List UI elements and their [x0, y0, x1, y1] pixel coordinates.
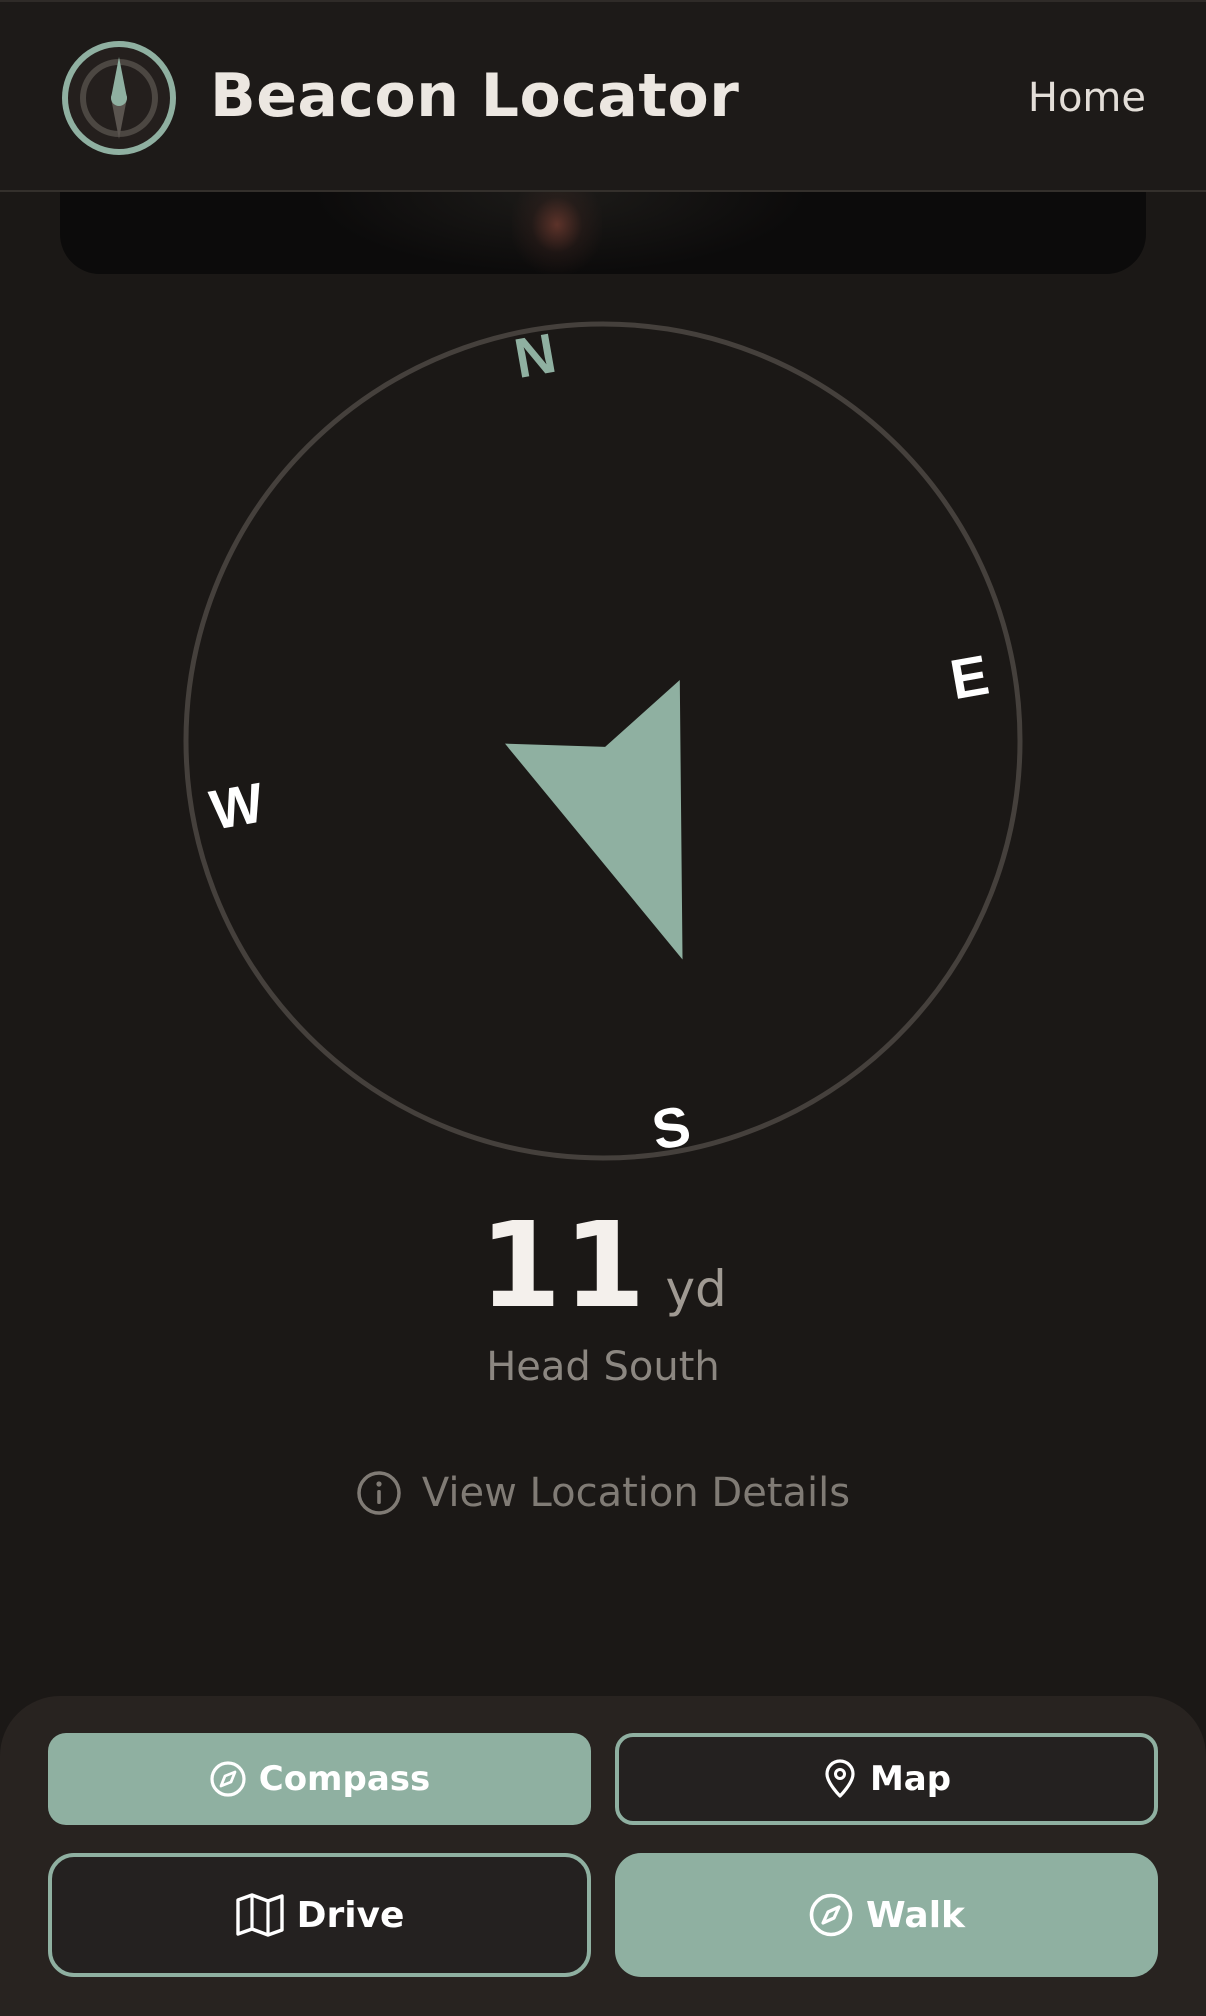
- compass-logo-icon: [62, 41, 176, 155]
- info-circle-icon: [357, 1471, 401, 1515]
- drive-mode-label: Drive: [296, 1894, 405, 1936]
- view-location-details-link[interactable]: View Location Details: [0, 1467, 1206, 1519]
- distance-value: 11: [479, 1196, 648, 1334]
- distance-readout: 11 yd: [0, 1196, 1206, 1334]
- walk-mode-label: Walk: [866, 1894, 965, 1936]
- map-pin-icon: [825, 1759, 855, 1798]
- mode-panel: Compass Map Drive Walk: [0, 1696, 1206, 2016]
- compass-ring: [183, 321, 1023, 1161]
- app-title: Beacon Locator: [210, 61, 740, 131]
- compass-view-button[interactable]: Compass: [48, 1733, 591, 1825]
- compass-icon: [809, 1893, 853, 1937]
- compass-view-label: Compass: [258, 1759, 431, 1799]
- media-preview: [60, 192, 1146, 274]
- map-view-button[interactable]: Map: [615, 1733, 1158, 1825]
- compass-label-north: N: [510, 321, 561, 390]
- compass-label-west: W: [205, 770, 268, 841]
- app-header: Beacon Locator Home: [0, 0, 1206, 192]
- compass-dial: N E S W: [183, 321, 1023, 1161]
- direction-hint: Head South: [486, 1344, 720, 1390]
- map-icon: [235, 1893, 284, 1937]
- map-view-label: Map: [869, 1759, 952, 1799]
- distance-unit: yd: [665, 1260, 727, 1318]
- direction-arrow-icon: [505, 680, 683, 960]
- compass-label-south: S: [647, 1093, 695, 1161]
- drive-mode-button[interactable]: Drive: [48, 1853, 591, 1977]
- compass-label-east: E: [946, 643, 994, 712]
- compass-icon: [210, 1761, 246, 1797]
- walk-mode-button[interactable]: Walk: [615, 1853, 1158, 1977]
- view-location-details-label: View Location Details: [421, 1470, 851, 1516]
- home-link[interactable]: Home: [1028, 72, 1146, 124]
